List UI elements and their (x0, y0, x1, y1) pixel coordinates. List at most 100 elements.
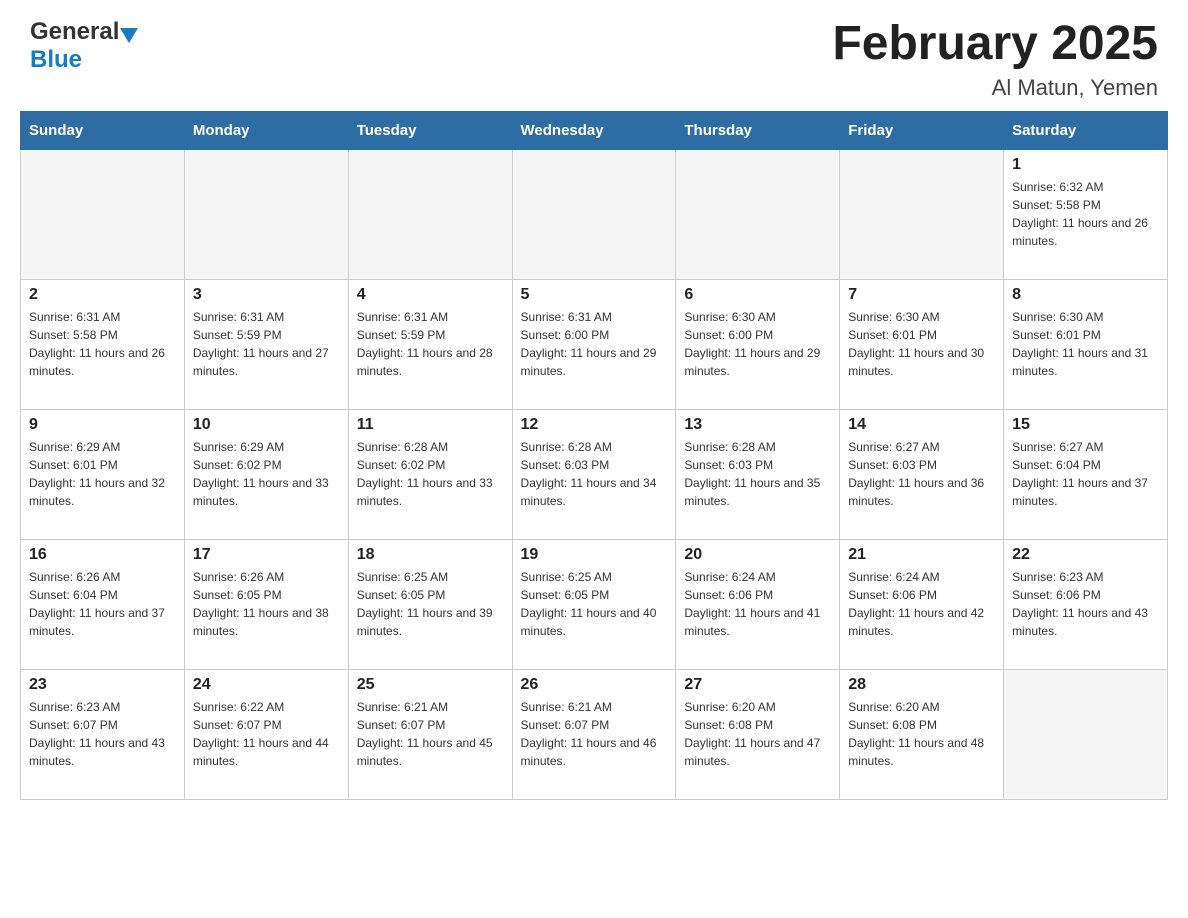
day-number: 18 (357, 546, 504, 564)
day-number: 1 (1012, 156, 1159, 174)
day-number: 10 (193, 416, 340, 434)
day-info: Sunrise: 6:29 AMSunset: 6:01 PMDaylight:… (29, 438, 176, 510)
calendar-day-cell (184, 149, 348, 279)
day-info: Sunrise: 6:32 AMSunset: 5:58 PMDaylight:… (1012, 178, 1159, 250)
day-info: Sunrise: 6:25 AMSunset: 6:05 PMDaylight:… (357, 568, 504, 640)
calendar-day-cell: 5 Sunrise: 6:31 AMSunset: 6:00 PMDaylight… (512, 279, 676, 409)
calendar-day-cell: 6 Sunrise: 6:30 AMSunset: 6:00 PMDaylight… (676, 279, 840, 409)
calendar-day-cell: 12 Sunrise: 6:28 AMSunset: 6:03 PMDayligh… (512, 409, 676, 539)
calendar-table: Sunday Monday Tuesday Wednesday Thursday… (20, 111, 1168, 800)
day-number: 24 (193, 676, 340, 694)
day-number: 22 (1012, 546, 1159, 564)
day-number: 21 (848, 546, 995, 564)
calendar-day-cell: 10 Sunrise: 6:29 AMSunset: 6:02 PMDayligh… (184, 409, 348, 539)
calendar-day-cell: 3 Sunrise: 6:31 AMSunset: 5:59 PMDaylight… (184, 279, 348, 409)
day-info: Sunrise: 6:28 AMSunset: 6:03 PMDaylight:… (521, 438, 668, 510)
logo-general-text: General (30, 18, 119, 46)
calendar-day-cell: 4Sunrise: 6:31 AMSunset: 5:59 PMDaylight… (348, 279, 512, 409)
day-info: Sunrise: 6:31 AMSunset: 6:00 PMDaylight:… (521, 308, 668, 380)
calendar-day-cell: 23 Sunrise: 6:23 AMSunset: 6:07 PMDayligh… (21, 669, 185, 799)
day-number: 9 (29, 416, 176, 434)
day-info: Sunrise: 6:30 AMSunset: 6:01 PMDaylight:… (848, 308, 995, 380)
day-info: Sunrise: 6:29 AMSunset: 6:02 PMDaylight:… (193, 438, 340, 510)
day-number: 26 (521, 676, 668, 694)
calendar-day-cell: 24 Sunrise: 6:22 AMSunset: 6:07 PMDayligh… (184, 669, 348, 799)
day-info: Sunrise: 6:21 AMSunset: 6:07 PMDaylight:… (521, 698, 668, 770)
calendar-day-cell: 14 Sunrise: 6:27 AMSunset: 6:03 PMDayligh… (840, 409, 1004, 539)
day-info: Sunrise: 6:23 AMSunset: 6:07 PMDaylight:… (29, 698, 176, 770)
calendar-day-cell: 18 Sunrise: 6:25 AMSunset: 6:05 PMDayligh… (348, 539, 512, 669)
day-number: 5 (521, 286, 668, 304)
day-number: 12 (521, 416, 668, 434)
calendar-day-cell (676, 149, 840, 279)
logo-triangle-icon (120, 28, 138, 43)
logo-blue-text: Blue (30, 46, 82, 73)
day-info: Sunrise: 6:30 AMSunset: 6:01 PMDaylight:… (1012, 308, 1159, 380)
day-number: 28 (848, 676, 995, 694)
calendar-title: February 2025 (832, 18, 1158, 71)
col-sunday: Sunday (21, 111, 185, 149)
day-number: 27 (684, 676, 831, 694)
calendar-day-cell (21, 149, 185, 279)
col-wednesday: Wednesday (512, 111, 676, 149)
calendar-day-cell: 25 Sunrise: 6:21 AMSunset: 6:07 PMDayligh… (348, 669, 512, 799)
day-number: 7 (848, 286, 995, 304)
calendar-day-cell (1004, 669, 1168, 799)
day-info: Sunrise: 6:27 AMSunset: 6:04 PMDaylight:… (1012, 438, 1159, 510)
day-number: 25 (357, 676, 504, 694)
day-info: Sunrise: 6:26 AMSunset: 6:05 PMDaylight:… (193, 568, 340, 640)
day-info: Sunrise: 6:28 AMSunset: 6:02 PMDaylight:… (357, 438, 504, 510)
calendar-day-cell: 9 Sunrise: 6:29 AMSunset: 6:01 PMDaylight… (21, 409, 185, 539)
day-number: 8 (1012, 286, 1159, 304)
day-info: Sunrise: 6:20 AMSunset: 6:08 PMDaylight:… (684, 698, 831, 770)
calendar-week-row: 9 Sunrise: 6:29 AMSunset: 6:01 PMDaylight… (21, 409, 1168, 539)
calendar-day-cell: 26 Sunrise: 6:21 AMSunset: 6:07 PMDayligh… (512, 669, 676, 799)
day-info: Sunrise: 6:21 AMSunset: 6:07 PMDaylight:… (357, 698, 504, 770)
col-monday: Monday (184, 111, 348, 149)
day-number: 23 (29, 676, 176, 694)
col-thursday: Thursday (676, 111, 840, 149)
day-number: 20 (684, 546, 831, 564)
calendar-week-row: 2 Sunrise: 6:31 AMSunset: 5:58 PMDaylight… (21, 279, 1168, 409)
day-info: Sunrise: 6:30 AMSunset: 6:00 PMDaylight:… (684, 308, 831, 380)
calendar-day-cell (840, 149, 1004, 279)
col-tuesday: Tuesday (348, 111, 512, 149)
day-info: Sunrise: 6:31 AMSunset: 5:58 PMDaylight:… (29, 308, 176, 380)
calendar-day-cell: 17 Sunrise: 6:26 AMSunset: 6:05 PMDayligh… (184, 539, 348, 669)
calendar-day-cell: 11Sunrise: 6:28 AMSunset: 6:02 PMDayligh… (348, 409, 512, 539)
calendar-week-row: 16 Sunrise: 6:26 AMSunset: 6:04 PMDayligh… (21, 539, 1168, 669)
day-info: Sunrise: 6:22 AMSunset: 6:07 PMDaylight:… (193, 698, 340, 770)
title-block: February 2025 Al Matun, Yemen (832, 18, 1158, 101)
day-number: 16 (29, 546, 176, 564)
day-info: Sunrise: 6:31 AMSunset: 5:59 PMDaylight:… (357, 308, 504, 380)
calendar-subtitle: Al Matun, Yemen (832, 75, 1158, 101)
calendar-header-row: Sunday Monday Tuesday Wednesday Thursday… (21, 111, 1168, 149)
page-header: General Blue February 2025 Al Matun, Yem… (0, 0, 1188, 111)
calendar-day-cell: 28Sunrise: 6:20 AMSunset: 6:08 PMDayligh… (840, 669, 1004, 799)
calendar-day-cell: 2 Sunrise: 6:31 AMSunset: 5:58 PMDaylight… (21, 279, 185, 409)
day-number: 19 (521, 546, 668, 564)
day-number: 2 (29, 286, 176, 304)
calendar-day-cell (348, 149, 512, 279)
day-number: 13 (684, 416, 831, 434)
day-number: 15 (1012, 416, 1159, 434)
calendar-day-cell: 27 Sunrise: 6:20 AMSunset: 6:08 PMDayligh… (676, 669, 840, 799)
day-number: 6 (684, 286, 831, 304)
calendar-day-cell: 1 Sunrise: 6:32 AMSunset: 5:58 PMDaylight… (1004, 149, 1168, 279)
day-info: Sunrise: 6:28 AMSunset: 6:03 PMDaylight:… (684, 438, 831, 510)
day-number: 17 (193, 546, 340, 564)
day-info: Sunrise: 6:31 AMSunset: 5:59 PMDaylight:… (193, 308, 340, 380)
day-number: 3 (193, 286, 340, 304)
day-info: Sunrise: 6:23 AMSunset: 6:06 PMDaylight:… (1012, 568, 1159, 640)
col-friday: Friday (840, 111, 1004, 149)
calendar-day-cell: 19Sunrise: 6:25 AMSunset: 6:05 PMDayligh… (512, 539, 676, 669)
day-info: Sunrise: 6:24 AMSunset: 6:06 PMDaylight:… (848, 568, 995, 640)
day-number: 14 (848, 416, 995, 434)
calendar-day-cell: 8 Sunrise: 6:30 AMSunset: 6:01 PMDaylight… (1004, 279, 1168, 409)
calendar-day-cell: 21 Sunrise: 6:24 AMSunset: 6:06 PMDayligh… (840, 539, 1004, 669)
day-info: Sunrise: 6:27 AMSunset: 6:03 PMDaylight:… (848, 438, 995, 510)
calendar-week-row: 23 Sunrise: 6:23 AMSunset: 6:07 PMDayligh… (21, 669, 1168, 799)
day-info: Sunrise: 6:24 AMSunset: 6:06 PMDaylight:… (684, 568, 831, 640)
calendar-day-cell: 7 Sunrise: 6:30 AMSunset: 6:01 PMDaylight… (840, 279, 1004, 409)
day-info: Sunrise: 6:26 AMSunset: 6:04 PMDaylight:… (29, 568, 176, 640)
